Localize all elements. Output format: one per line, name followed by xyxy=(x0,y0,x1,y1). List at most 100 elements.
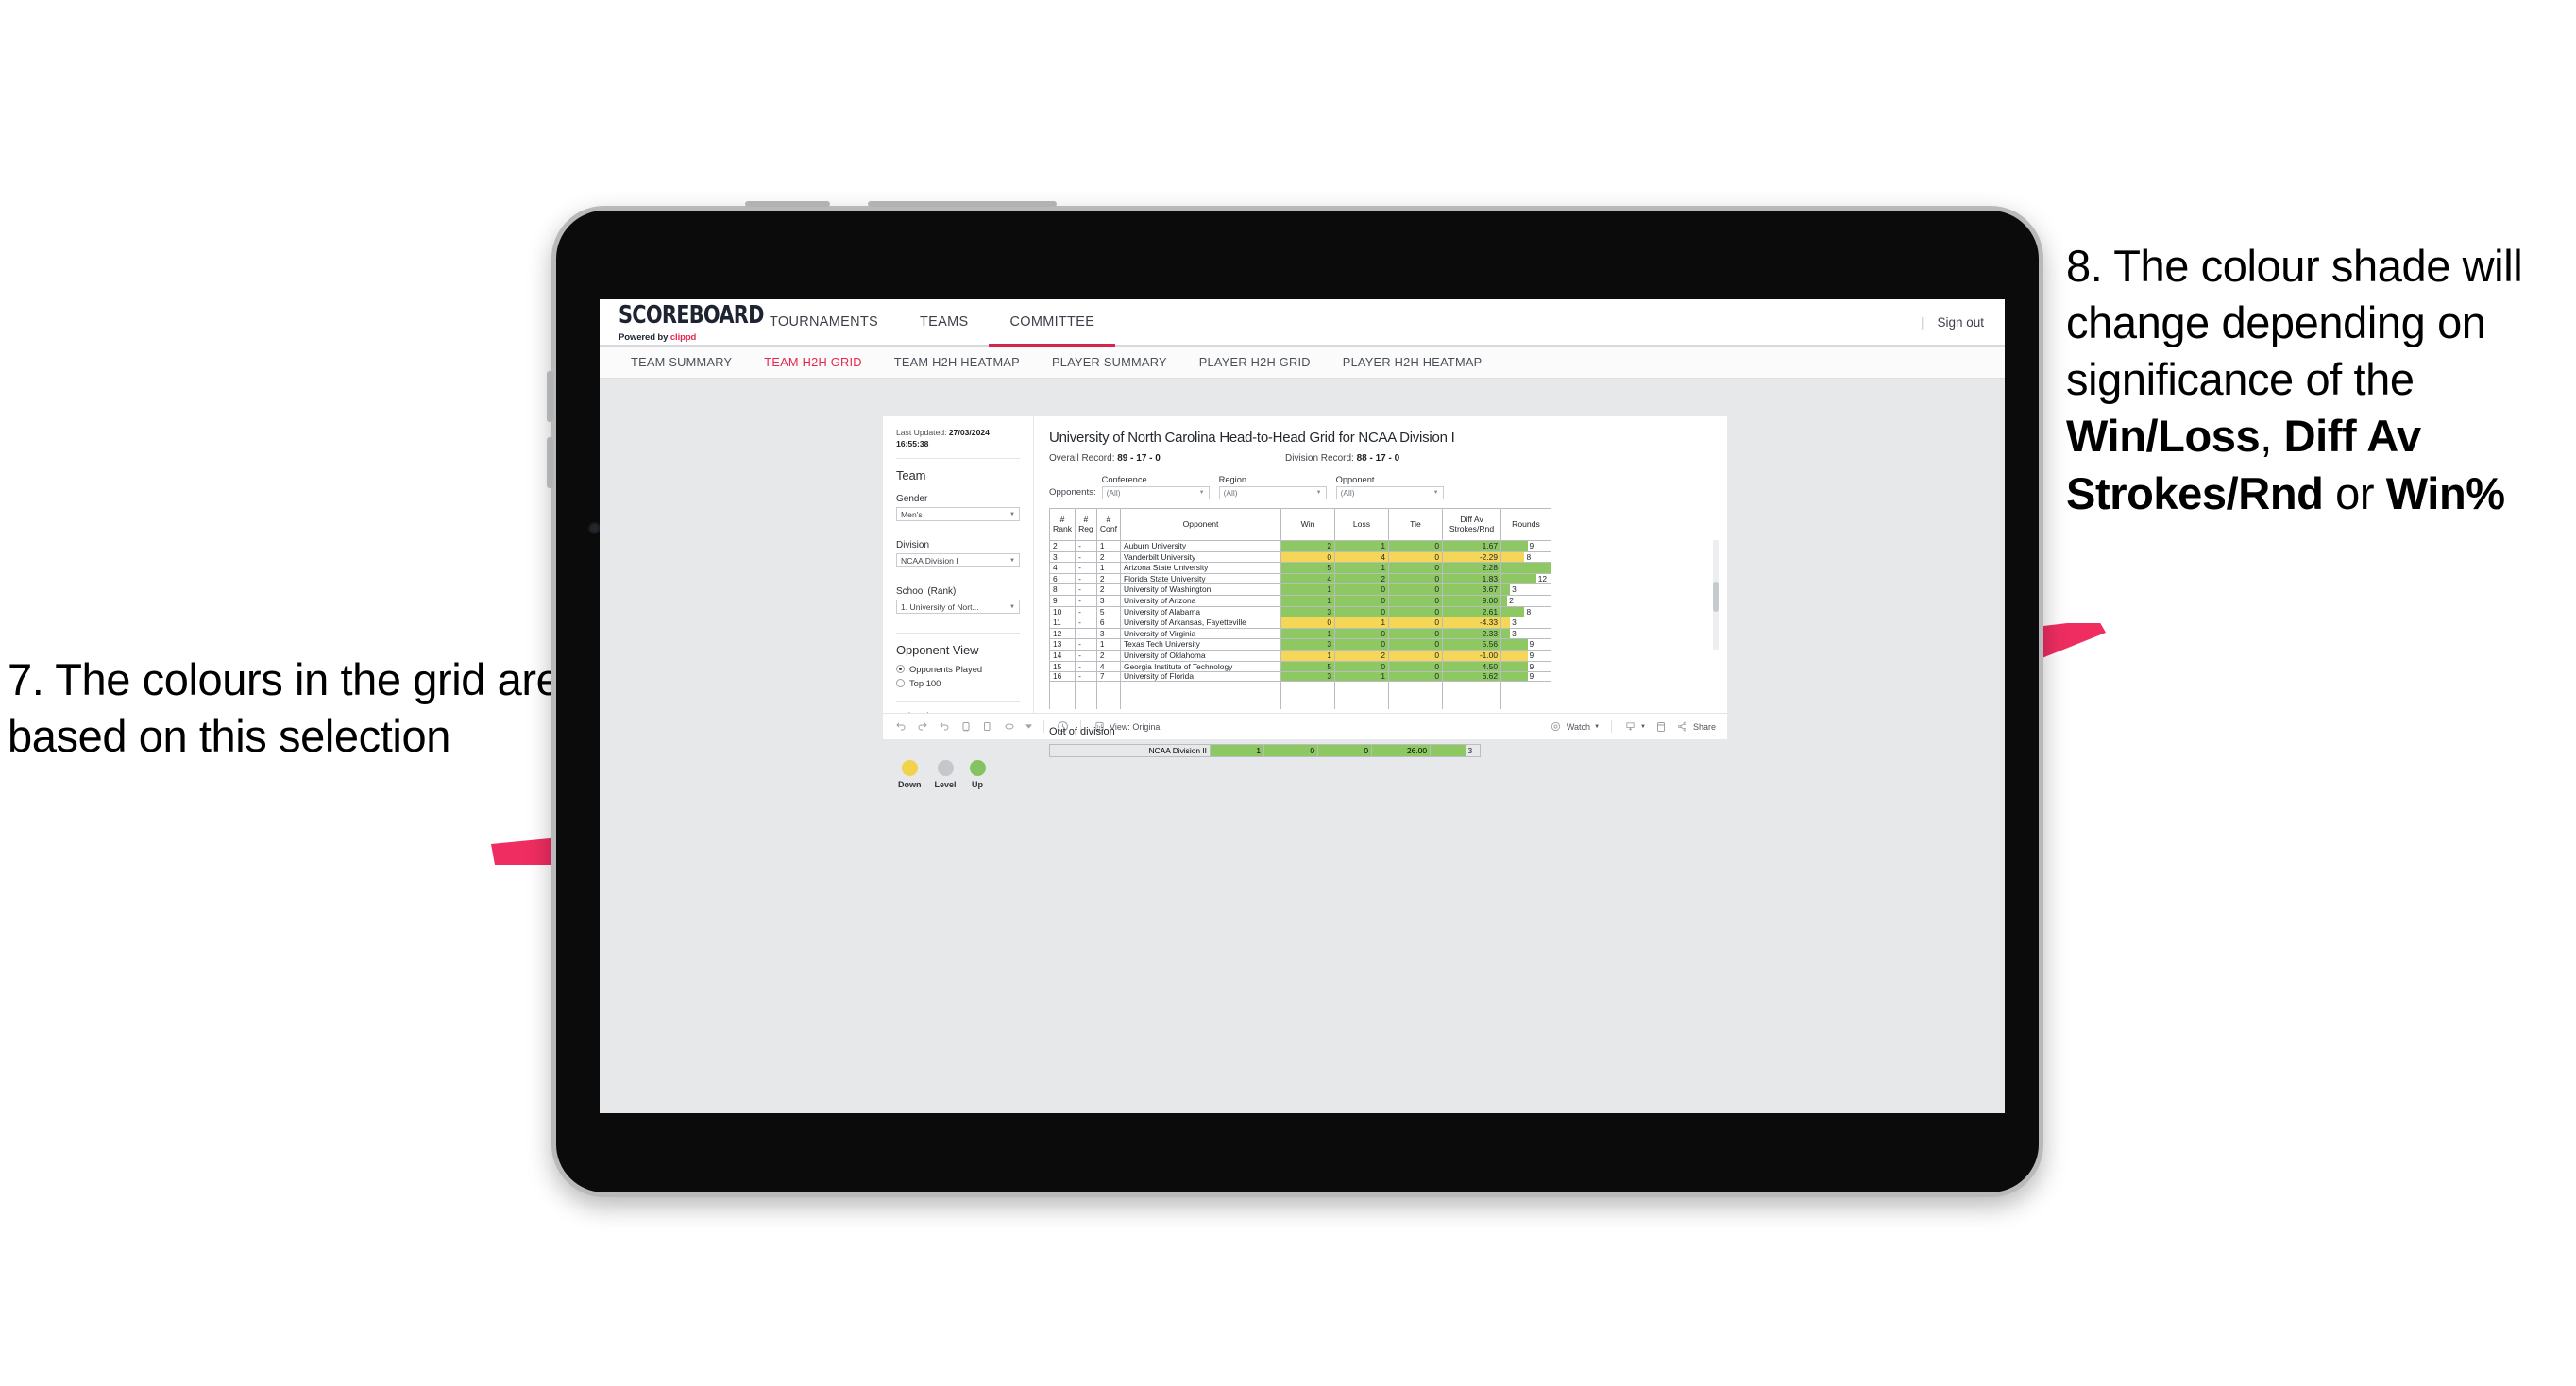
subnav-item-player-summary[interactable]: PLAYER SUMMARY xyxy=(1036,355,1183,369)
subnav-item-team-summary[interactable]: TEAM SUMMARY xyxy=(615,355,748,369)
device-power-button[interactable] xyxy=(745,201,830,207)
cell-rank: 2 xyxy=(1048,540,1076,552)
revert-icon[interactable] xyxy=(938,720,951,734)
division-record: Division Record: 88 - 17 - 0 xyxy=(1285,453,1521,464)
table-row[interactable]: 10-5 University of Alabama 3 0 0 2.61 8 xyxy=(1048,605,1551,618)
rounds-value: 2 xyxy=(1509,596,1514,606)
cell-loss: 0 xyxy=(1333,627,1389,640)
cell-win: 3 xyxy=(1280,605,1335,618)
opponents-label: Opponents: xyxy=(1049,487,1096,498)
table-row[interactable]: 6-2 Florida State University 4 2 0 1.83 12 xyxy=(1048,572,1551,585)
cell-rank: 16 xyxy=(1048,671,1076,682)
overall-record-value: 89 - 17 - 0 xyxy=(1117,453,1161,464)
cell-diff-av-strokes: 1.67 xyxy=(1441,540,1501,552)
table-header-row: # Rank # Reg # Conf Opponent Win Loss Tie D… xyxy=(1048,508,1551,541)
device-volume-down-button[interactable] xyxy=(547,437,553,488)
out-of-division-row[interactable]: NCAA Division II 1 0 0 26.00 3 xyxy=(1049,744,1481,758)
table-row[interactable]: 16-7 University of Florida 3 1 0 6.62 9 xyxy=(1048,671,1551,682)
tablet-device: SCOREBOARD Powered by clippd TOURNAMENTS… xyxy=(547,201,2043,1197)
cell-conf: 3 xyxy=(1095,627,1121,640)
table-spacer-cell xyxy=(1500,681,1551,691)
out-of-division-body: NCAA Division II 1 0 0 26.00 3 xyxy=(1049,744,1481,758)
table-row[interactable]: 15-4 Georgia Institute of Technology 5 0 0 4.… xyxy=(1048,660,1551,673)
radio-top-100[interactable]: Top 100 xyxy=(896,678,1020,688)
cell-tie: 0 xyxy=(1387,638,1443,651)
subnav-item-player-h2h-grid[interactable]: PLAYER H2H GRID xyxy=(1183,355,1327,369)
cell-reg: - xyxy=(1075,594,1097,607)
screenshot-root: 7. The colours in the grid are based on … xyxy=(0,0,2576,1386)
radio-opponents-played[interactable]: Opponents Played xyxy=(896,664,1020,674)
table-row[interactable]: 8-2 University of Washington 1 0 0 3.67 3 xyxy=(1048,583,1551,596)
table-row[interactable]: 12-3 University of Virginia 1 0 0 2.33 3 xyxy=(1048,627,1551,640)
cell-reg: - xyxy=(1075,660,1097,673)
sign-out-link[interactable]: Sign out xyxy=(1937,315,1984,330)
cell-opponent: Auburn University xyxy=(1119,540,1281,552)
zoom-icon[interactable] xyxy=(1003,720,1016,734)
table-row[interactable]: 2-1 Auburn University 2 1 0 1.67 9 xyxy=(1048,540,1551,552)
cell-conf: 2 xyxy=(1095,649,1121,662)
col-header-loss: Loss xyxy=(1333,508,1389,541)
table-row[interactable]: 3-2 Vanderbilt University 0 4 0 -2.29 8 xyxy=(1048,550,1551,564)
table-row[interactable]: 4-1Arizona State University5102.2817 xyxy=(1048,562,1551,574)
rounds-value: 9 xyxy=(1529,671,1534,682)
table-scrollbar[interactable] xyxy=(1713,540,1719,650)
cell-rounds: 9 xyxy=(1500,540,1551,552)
gender-select[interactable]: Men's ▼ xyxy=(896,507,1020,522)
table-row[interactable]: 14-2 University of Oklahoma 1 2 0 -1.00 9 xyxy=(1048,649,1551,662)
table-scrollbar-thumb[interactable] xyxy=(1713,582,1719,612)
filter-conference: Conference (All) ▼ xyxy=(1101,475,1210,499)
cell-win: 0 xyxy=(1280,550,1335,564)
subnav-item-team-h2h-grid[interactable]: TEAM H2H GRID xyxy=(748,355,878,369)
table-spacer-cell xyxy=(1119,681,1281,691)
cell-tie: 0 xyxy=(1387,540,1443,552)
table-row[interactable]: 11-6 University of Arkansas, Fayetteville… xyxy=(1048,617,1551,629)
chevron-down-icon: ▼ xyxy=(1432,490,1439,496)
cell-tie: 0 xyxy=(1387,583,1443,596)
device-volume-up-button[interactable] xyxy=(547,371,553,422)
division-select[interactable]: NCAA Division I ▼ xyxy=(896,553,1020,568)
rounds-value: 8 xyxy=(1526,606,1532,617)
h2h-table-head: # Rank # Reg # Conf Opponent Win Loss Tie D… xyxy=(1048,508,1551,541)
pause-icon[interactable] xyxy=(981,720,994,734)
rounds-bar-wrapper: 9 xyxy=(1501,671,1550,682)
cell-rank: 12 xyxy=(1048,627,1076,640)
subnav-item-player-h2h-heatmap[interactable]: PLAYER H2H HEATMAP xyxy=(1327,355,1499,369)
dashboard-canvas: Last Updated: 27/03/2024 16:55:38 Team G… xyxy=(600,379,2005,1113)
overall-record-label: Overall Record: xyxy=(1049,453,1115,464)
table-row[interactable]: 9-3 University of Arizona 1 0 0 9.00 2 xyxy=(1048,594,1551,607)
rounds-bar-wrapper: 9 xyxy=(1501,661,1550,671)
cell-reg: - xyxy=(1075,583,1097,596)
rounds-bar xyxy=(1501,629,1511,638)
cell-diff-av-strokes: 5.56 xyxy=(1441,638,1501,651)
division-label: Division xyxy=(896,540,930,551)
division-record-value: 88 - 17 - 0 xyxy=(1356,453,1400,464)
filter-conference-value: (All) xyxy=(1106,488,1121,498)
cell-loss: 1 xyxy=(1333,671,1389,682)
undo-icon[interactable] xyxy=(894,720,907,734)
refresh-icon[interactable] xyxy=(959,720,973,734)
nav-item-teams[interactable]: TEAMS xyxy=(899,299,989,345)
rounds-value: 8 xyxy=(1526,551,1532,562)
nav-item-committee[interactable]: COMMITTEE xyxy=(989,299,1115,346)
redo-icon[interactable] xyxy=(916,720,929,734)
cell-rounds: 9 xyxy=(1500,649,1551,662)
ood-cell-rounds: 3 xyxy=(1430,744,1481,758)
school-select[interactable]: 1. University of Nort... ▼ xyxy=(896,600,1020,615)
chevron-down-icon[interactable] xyxy=(1025,720,1032,734)
control-divider-1 xyxy=(896,458,1020,460)
cell-rank: 11 xyxy=(1048,617,1076,629)
filter-opponent-select[interactable]: (All) ▼ xyxy=(1335,486,1444,499)
legend-item-up: Up xyxy=(969,760,986,789)
subnav-item-team-h2h-heatmap[interactable]: TEAM H2H HEATMAP xyxy=(878,355,1036,369)
cell-diff-av-strokes: 2.28 xyxy=(1441,562,1501,574)
nav-item-tournaments[interactable]: TOURNAMENTS xyxy=(749,299,899,345)
cell-diff-av-strokes: -2.29 xyxy=(1441,550,1501,564)
records-row: Overall Record: 89 - 17 - 0 Division Rec… xyxy=(1049,453,1712,464)
legend-label-level: Level xyxy=(934,780,957,790)
rounds-value: 3 xyxy=(1512,628,1517,638)
dashboard-container: Last Updated: 27/03/2024 16:55:38 Team G… xyxy=(883,416,1727,789)
app-logo[interactable]: SCOREBOARD Powered by clippd xyxy=(600,299,764,345)
filter-region-select[interactable]: (All) ▼ xyxy=(1218,486,1327,499)
table-row[interactable]: 13-1 Texas Tech University 3 0 0 5.56 9 xyxy=(1048,638,1551,651)
filter-conference-select[interactable]: (All) ▼ xyxy=(1101,486,1210,499)
